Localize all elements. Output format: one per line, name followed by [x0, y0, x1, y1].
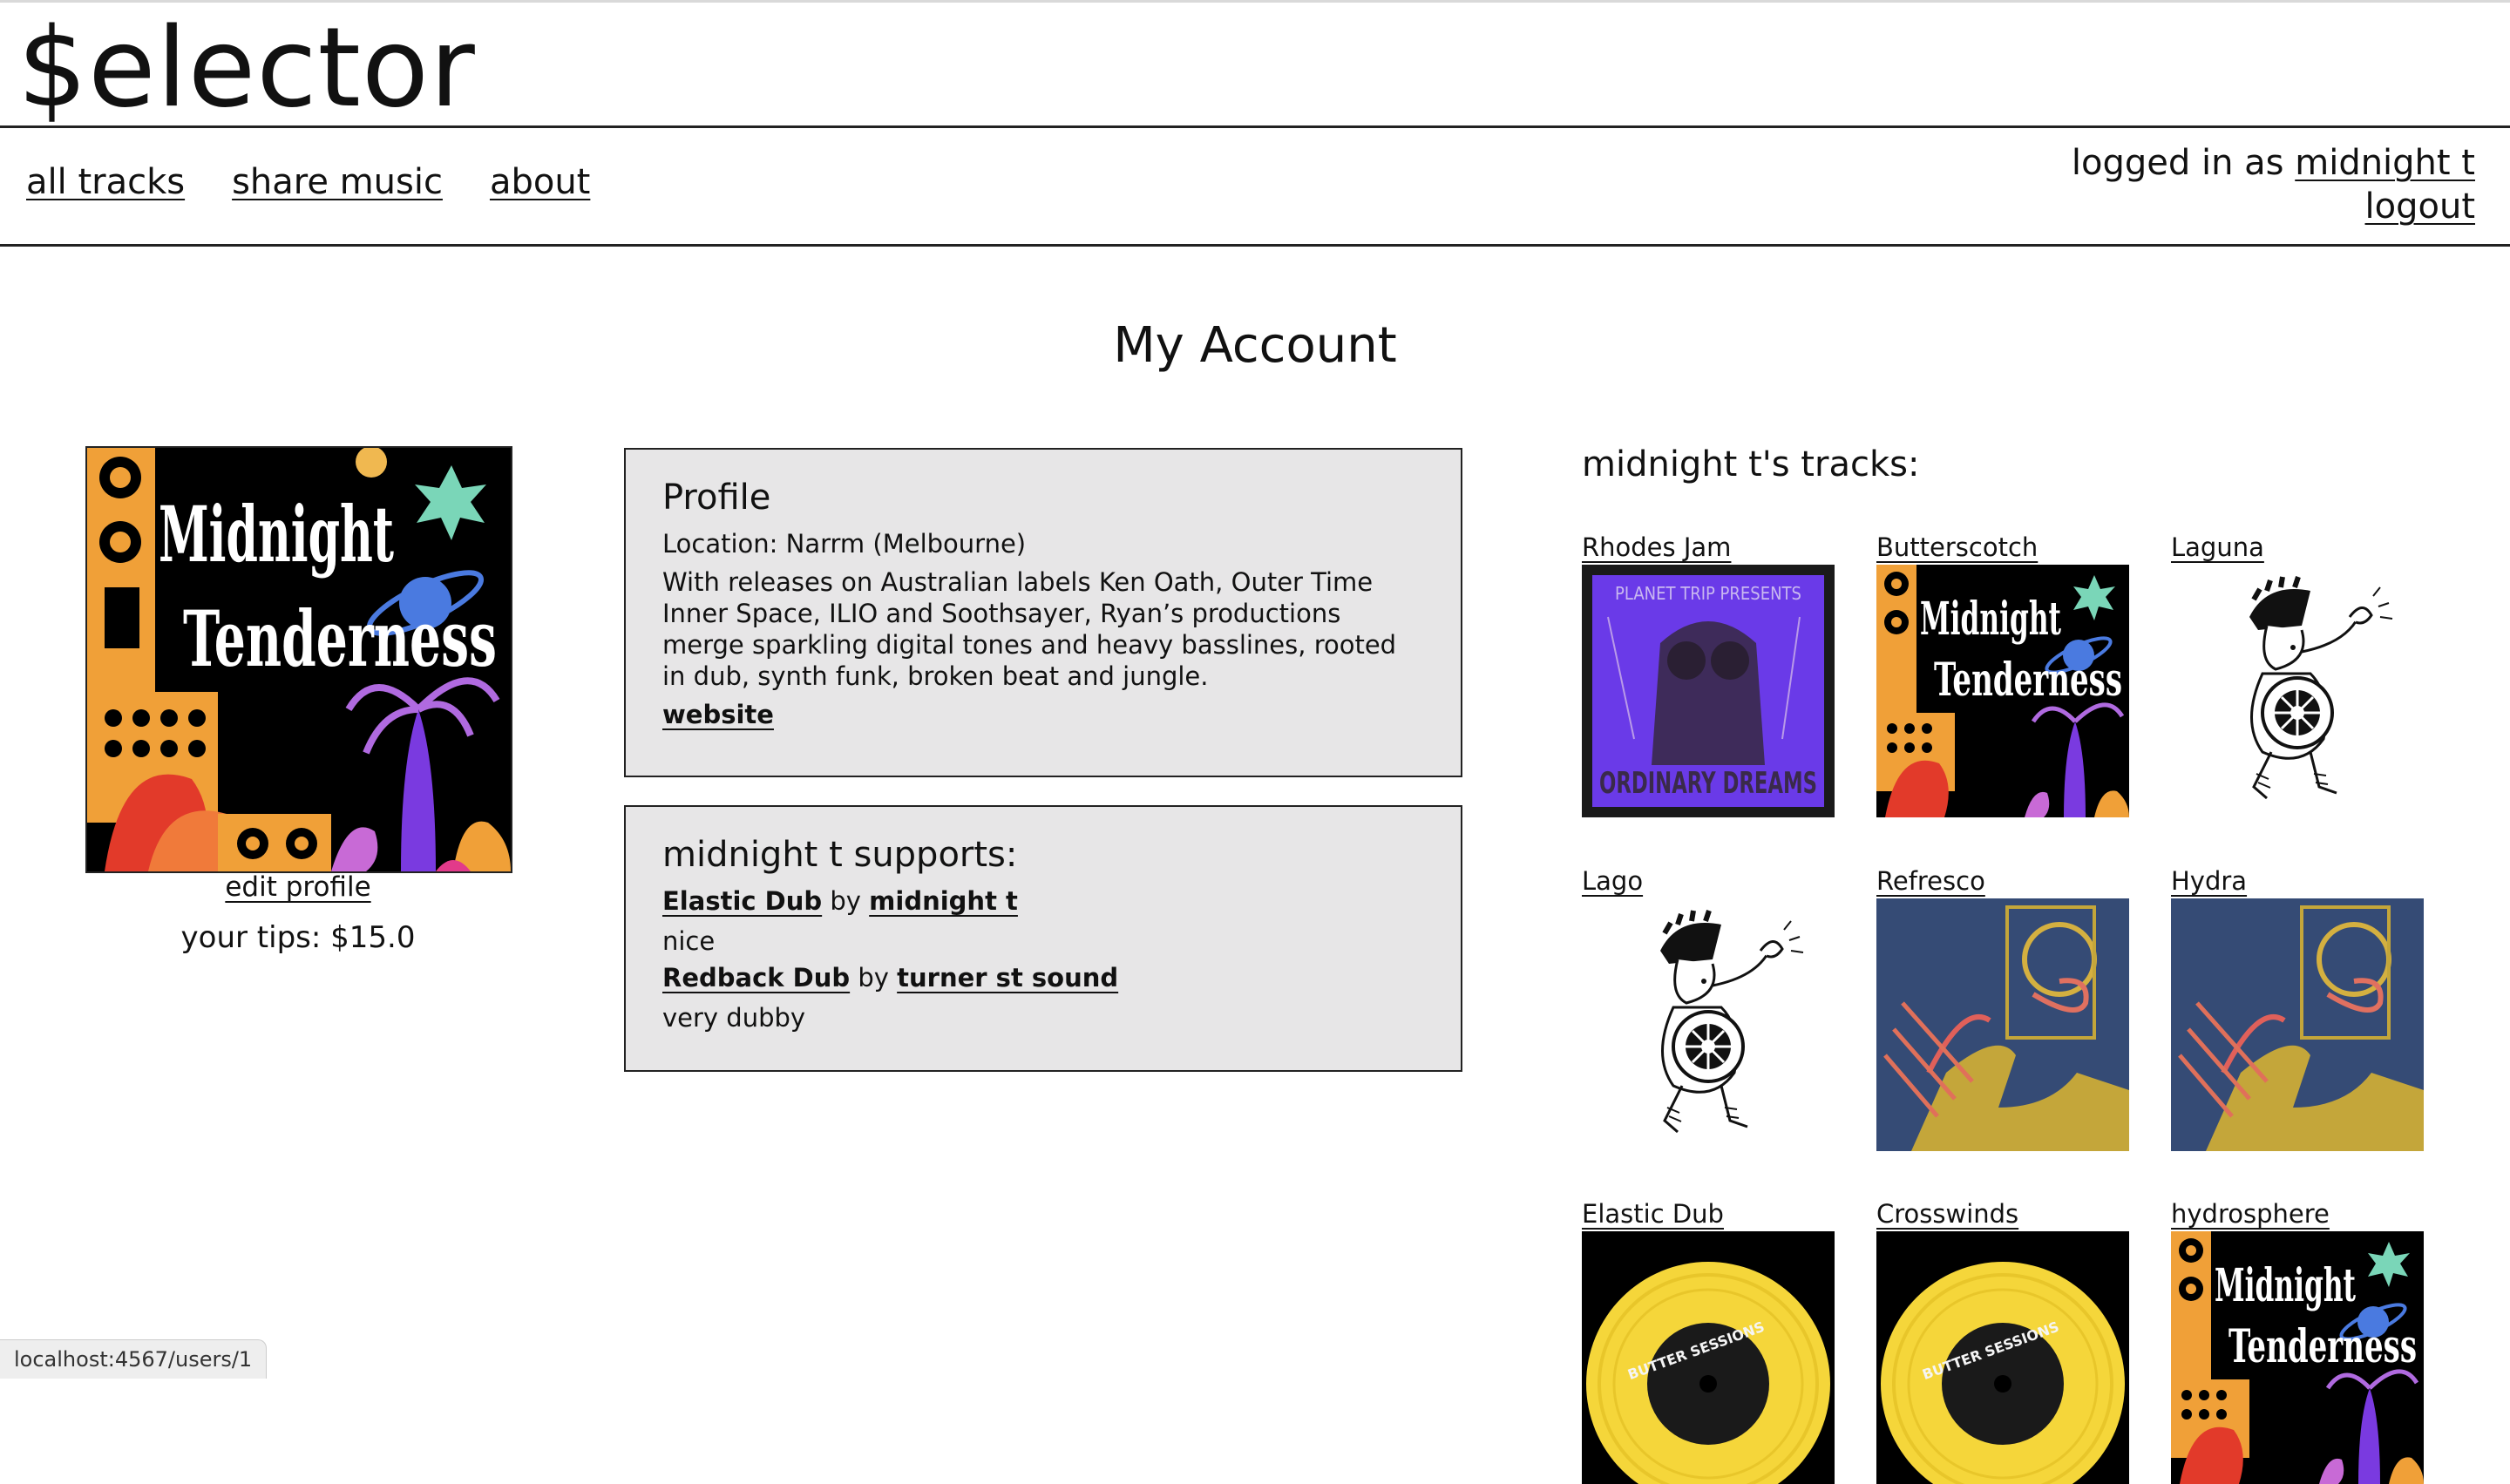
track-title-link[interactable]: Hydra: [2171, 865, 2424, 898]
nav-share-music[interactable]: share music: [232, 162, 443, 202]
track-card: Rhodes Jam PLANET TRIP PRESENTS ORDINARY D…: [1582, 532, 1835, 817]
track-card: Laguna: [2171, 532, 2424, 817]
track-title-link[interactable]: Crosswinds: [1876, 1198, 2129, 1231]
support-track-link[interactable]: Elastic Dub: [662, 886, 822, 916]
track-cover[interactable]: BUTTER SESSIONS: [1876, 1231, 2129, 1484]
track-cover-art: BUTTER SESSIONS: [1876, 1231, 2129, 1484]
track-cover[interactable]: [1876, 898, 2129, 1151]
tips-total: your tips: $15.0: [180, 920, 416, 955]
track-title-link[interactable]: Laguna: [2171, 532, 2424, 565]
track-title-link[interactable]: hydrosphere: [2171, 1198, 2424, 1231]
nav-all-tracks[interactable]: all tracks: [26, 162, 185, 202]
cover-text: Midnight: [1920, 593, 2061, 646]
by-label: by: [830, 886, 861, 916]
logged-in-label: logged in as: [2071, 143, 2296, 183]
track-cover-art: BUTTER SESSIONS: [1582, 1231, 1835, 1484]
cover-text: ORDINARY DREAMS: [1599, 766, 1817, 801]
track-cover-art: [1876, 898, 2129, 1151]
tracks-heading: midnight t's tracks:: [1582, 444, 1920, 485]
track-cover[interactable]: Midnight Tenderness: [2171, 1231, 2424, 1484]
top-border: [0, 0, 2510, 3]
user-box: logged in as midnight t logout: [2072, 141, 2475, 228]
support-artist-link[interactable]: midnight t: [869, 886, 1018, 916]
cover-text: PLANET TRIP PRESENTS: [1615, 583, 1801, 604]
track-title-link[interactable]: Refresco: [1876, 865, 2129, 898]
support-track-link[interactable]: Redback Dub: [662, 963, 850, 993]
status-bar-url: localhost:4567/users/1: [0, 1339, 268, 1379]
track-cover[interactable]: [2171, 565, 2424, 817]
avatar-title-1: Midnight: [159, 489, 394, 579]
track-title-link[interactable]: Elastic Dub: [1582, 1198, 1835, 1231]
track-cover[interactable]: PLANET TRIP PRESENTS ORDINARY DREAMS: [1582, 565, 1835, 817]
avatar-artwork: Midnight Tenderness: [87, 448, 511, 871]
track-cover[interactable]: [2171, 898, 2424, 1151]
track-card: Crosswinds BUTTER SESSIONS: [1876, 1198, 2129, 1484]
avatar-title-2: Tenderness: [183, 593, 497, 684]
track-title-link[interactable]: Lago: [1582, 865, 1835, 898]
track-card: Hydra: [2171, 865, 2424, 1151]
support-comment: nice: [662, 926, 716, 956]
track-card: Refresco: [1876, 865, 2129, 1151]
by-label: by: [858, 963, 889, 993]
cover-text: Midnight: [2215, 1259, 2356, 1312]
profile-panel: Profile Location: Narrm (Melbourne) With…: [624, 448, 1462, 777]
edit-profile-link[interactable]: edit profile: [87, 871, 509, 903]
track-cover-art: Midnight Tenderness: [2171, 1231, 2424, 1484]
track-cover[interactable]: Midnight Tenderness: [1876, 565, 2129, 817]
track-card: Elastic Dub BUTTER SESSIONS: [1582, 1198, 1835, 1484]
profile-bio: With releases on Australian labels Ken O…: [662, 567, 1397, 691]
track-card: Lago: [1582, 865, 1835, 1151]
nav-about[interactable]: about: [490, 162, 590, 202]
supports-panel: midnight t supports: Elastic Dub by midn…: [624, 805, 1462, 1072]
track-card: hydrosphere Midnight Tenderness: [2171, 1198, 2424, 1484]
cover-text: Tenderness: [1934, 654, 2122, 707]
cover-text: Tenderness: [2228, 1320, 2417, 1373]
support-item: Redback Dub by turner st sound: [662, 962, 1424, 993]
track-cover-art: [2171, 565, 2424, 817]
track-cover-art: Midnight Tenderness: [1876, 565, 2129, 817]
profile-location: Location: Narrm (Melbourne): [662, 529, 1027, 559]
header-divider: [0, 125, 2510, 128]
track-cover-art: [1582, 898, 1835, 1151]
nav-divider: [0, 244, 2510, 247]
profile-avatar: Midnight Tenderness: [85, 446, 512, 873]
track-card: Butterscotch Midnight Tenderness: [1876, 532, 2129, 817]
supports-heading: midnight t supports:: [662, 835, 1018, 875]
username-link[interactable]: midnight t: [2295, 143, 2475, 183]
support-comment: very dubby: [662, 1003, 806, 1033]
support-item: Elastic Dub by midnight t: [662, 885, 1424, 917]
website-link[interactable]: website: [662, 700, 774, 729]
track-cover[interactable]: [1582, 898, 1835, 1151]
support-artist-link[interactable]: turner st sound: [897, 963, 1118, 993]
main-nav: all tracks share music about: [26, 162, 590, 202]
track-title-link[interactable]: Rhodes Jam: [1582, 532, 1835, 565]
profile-heading: Profile: [662, 478, 771, 518]
logout-link[interactable]: logout: [2365, 186, 2475, 227]
app-logo[interactable]: $elector: [17, 7, 476, 129]
track-cover-art: [2171, 898, 2424, 1151]
track-cover[interactable]: BUTTER SESSIONS: [1582, 1231, 1835, 1484]
track-cover-art: PLANET TRIP PRESENTS ORDINARY DREAMS: [1582, 565, 1835, 817]
page-title: My Account: [1113, 317, 1397, 374]
track-title-link[interactable]: Butterscotch: [1876, 532, 2129, 565]
